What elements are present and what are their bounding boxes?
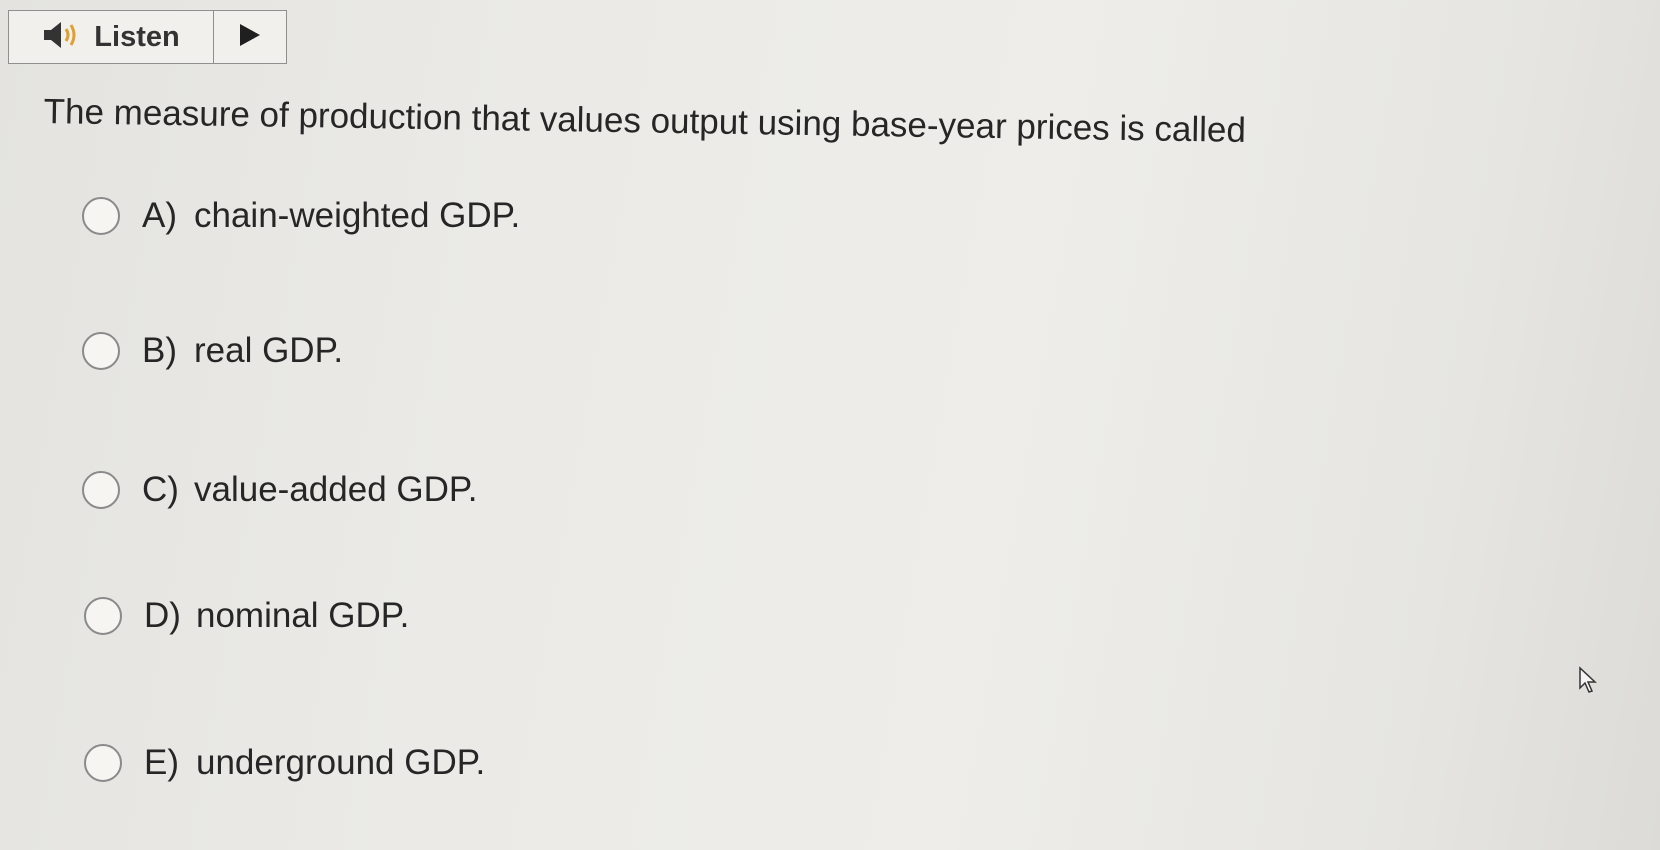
- option-a[interactable]: A) chain-weighted GDP.: [82, 196, 520, 236]
- option-letter: D): [144, 596, 181, 635]
- radio-button-e[interactable]: [84, 744, 122, 782]
- option-letter: A): [142, 196, 177, 235]
- option-label: nominal GDP.: [196, 596, 410, 635]
- radio-button-b[interactable]: [82, 332, 120, 370]
- listen-button[interactable]: Listen: [9, 11, 214, 63]
- listen-label: Listen: [94, 20, 180, 53]
- play-icon: [238, 22, 262, 53]
- radio-button-c[interactable]: [82, 471, 120, 509]
- option-letter: B): [142, 331, 177, 370]
- option-label: chain-weighted GDP.: [194, 196, 521, 235]
- option-b[interactable]: B) real GDP.: [82, 331, 343, 371]
- option-c[interactable]: C) value-added GDP.: [82, 470, 477, 510]
- question-text: The measure of production that values ou…: [43, 92, 1247, 150]
- speaker-icon: [42, 20, 84, 55]
- listen-toolbar: Listen: [8, 10, 287, 64]
- option-letter: E): [144, 743, 179, 782]
- play-button[interactable]: [214, 11, 286, 63]
- option-label: underground GDP.: [196, 743, 486, 782]
- option-e[interactable]: E) underground GDP.: [84, 743, 485, 783]
- option-label: value-added GDP.: [194, 470, 478, 509]
- radio-button-a[interactable]: [82, 197, 120, 235]
- option-label: real GDP.: [194, 331, 344, 370]
- option-d[interactable]: D) nominal GDP.: [84, 596, 409, 636]
- mouse-cursor-icon: [1578, 666, 1598, 699]
- radio-button-d[interactable]: [84, 597, 122, 635]
- option-letter: C): [142, 470, 179, 509]
